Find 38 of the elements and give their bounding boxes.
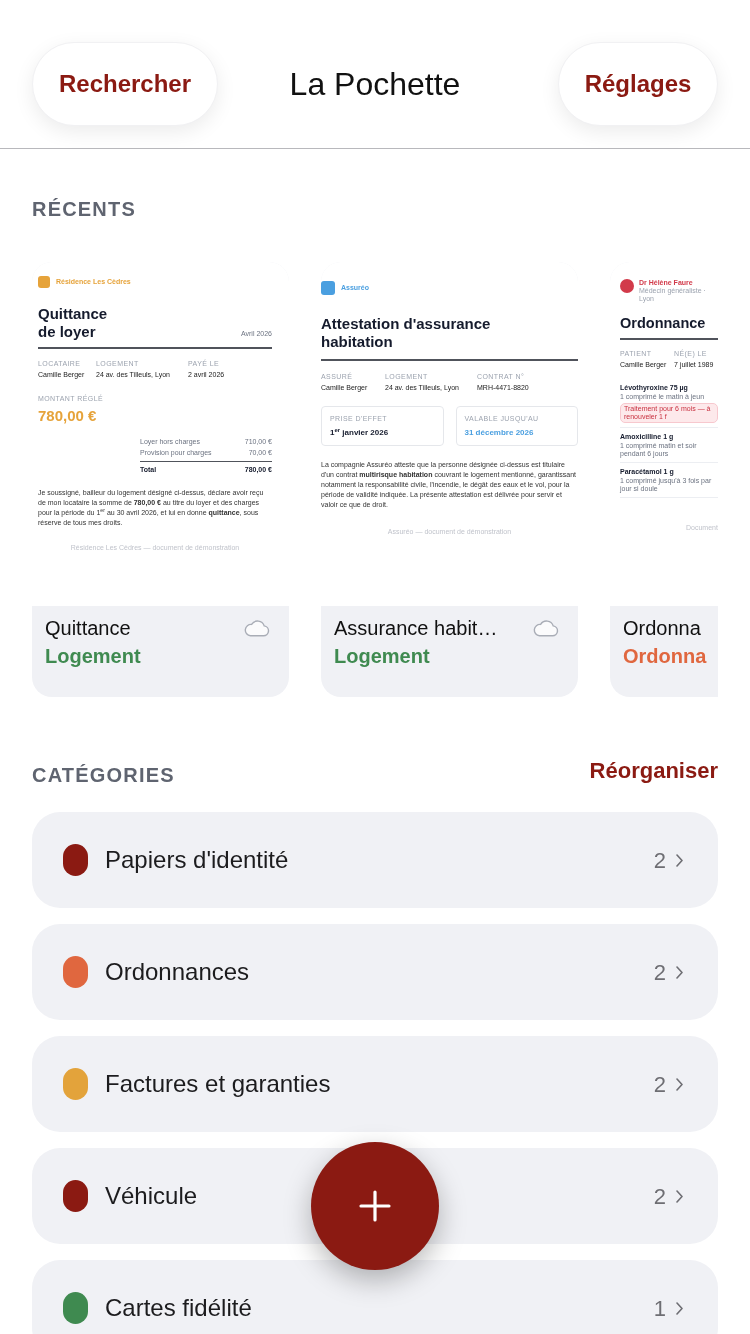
category-row[interactable]: Cartes fidélité 1 xyxy=(32,1260,718,1334)
settings-button[interactable]: Réglages xyxy=(558,42,718,126)
app-title: La Pochette xyxy=(289,65,461,104)
category-label: Ordonna xyxy=(623,644,708,669)
document-name: Ordonna xyxy=(623,616,701,641)
date-value: 1$^{er}$ janvier 2026 xyxy=(330,427,390,438)
item-count: 2 xyxy=(653,1070,666,1099)
document-name: Assurance habit… xyxy=(334,616,498,641)
document-title: Attestation d'assurance habitation xyxy=(321,315,492,351)
item-count: 2 xyxy=(653,958,666,987)
search-button[interactable]: Rechercher xyxy=(32,42,218,126)
category-row[interactable]: Papiers d'identité 2 xyxy=(32,812,718,908)
chevron-icon xyxy=(676,1077,683,1091)
chevron-icon xyxy=(676,965,683,979)
item-count: 2 xyxy=(653,846,666,875)
chevron-icon xyxy=(676,1301,683,1315)
section-heading: CATÉGORIES xyxy=(32,763,175,787)
category-label: Véhicule xyxy=(105,1181,198,1211)
date-value: 31 décembre 2026 xyxy=(464,427,535,438)
item-count: 2 xyxy=(653,1182,666,1211)
category-label: Ordonnances xyxy=(105,957,250,987)
amount-value: 780,00 € xyxy=(38,406,98,425)
category-row[interactable]: Ordonnances 2 xyxy=(32,924,718,1020)
reorganize-button[interactable]: Réorganiser xyxy=(589,758,718,784)
category-label: Factures et garanties xyxy=(105,1069,331,1099)
item-count: 1 xyxy=(653,1294,666,1323)
category-label: Cartes fidélité xyxy=(105,1293,252,1323)
chevron-icon xyxy=(676,1189,683,1203)
document-title: Quittance de loyer xyxy=(38,305,109,341)
chevron-icon xyxy=(676,853,683,867)
category-label: Logement xyxy=(334,644,431,669)
category-row[interactable]: Factures et garanties 2 xyxy=(32,1036,718,1132)
plus-icon xyxy=(359,1190,391,1222)
category-label: Logement xyxy=(45,644,142,669)
document-title: Ordonnance xyxy=(620,314,707,332)
category-label: Papiers d'identité xyxy=(105,845,289,875)
document-name: Quittance xyxy=(45,616,131,641)
section-heading: RÉCENTS xyxy=(31,197,137,221)
